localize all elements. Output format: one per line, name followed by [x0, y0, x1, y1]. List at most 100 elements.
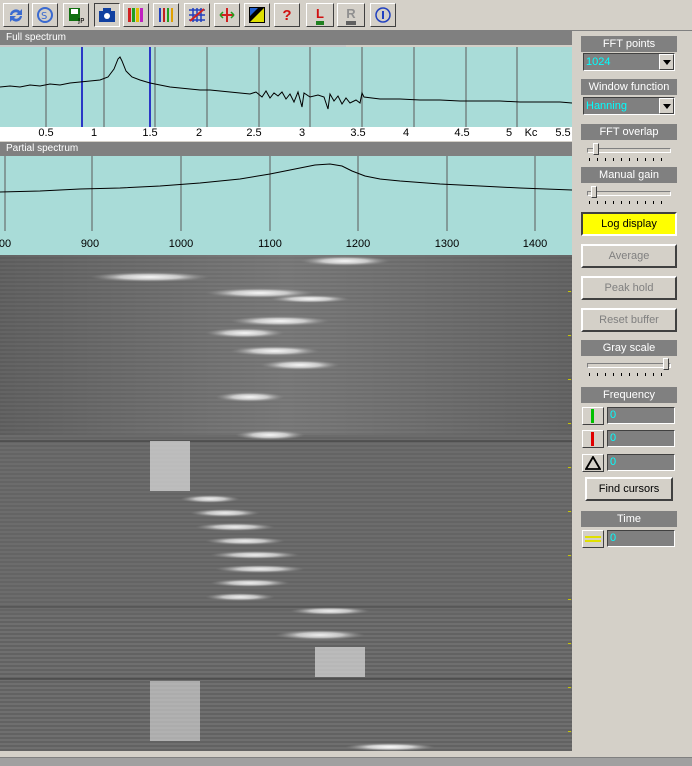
red-cursor-button[interactable] [582, 430, 604, 448]
axis-label: 1200 [346, 238, 370, 250]
slider-thumb[interactable] [593, 143, 599, 155]
manual-gain-label: Manual gain [581, 167, 677, 183]
help-icon: ? [282, 6, 292, 24]
red-cursor-icon [591, 432, 594, 446]
full-spectrum-plot[interactable] [0, 47, 573, 127]
gray-scale-slider[interactable] [583, 357, 675, 377]
save-button[interactable]: JP [63, 3, 89, 27]
full-spectrum-title: Full spectrum [0, 31, 572, 45]
svg-text:JP: JP [77, 17, 84, 24]
fft-points-value: 1024 [586, 56, 611, 68]
axis-label: 5.5 [555, 127, 571, 139]
slider-track [587, 148, 671, 153]
green-cursor-button[interactable] [582, 407, 604, 425]
log-display-button[interactable]: Log display [581, 212, 677, 236]
camera-button[interactable] [94, 3, 120, 27]
axis-label: 1300 [435, 238, 459, 250]
fft-overlap-label: FFT overlap [581, 124, 677, 140]
axis-label: 2 [195, 127, 203, 139]
slider-track [587, 363, 671, 368]
average-button[interactable]: Average [581, 244, 677, 268]
gray-bars-button[interactable] [153, 3, 179, 27]
slider-track [587, 191, 671, 196]
axis-label: 1400 [523, 238, 547, 250]
green-cursor-frequency: 0 [607, 407, 675, 424]
gray-bars-icon [159, 8, 173, 22]
axis-unit: Kc [524, 127, 538, 139]
gray-scale-label: Gray scale [581, 340, 677, 356]
partial-spectrum-graph: 00 900 1000 1100 1200 1300 1400 [0, 156, 573, 250]
slider-thumb[interactable] [591, 186, 597, 198]
frequency-label: Frequency [581, 387, 677, 403]
window-function-label: Window function [581, 79, 677, 95]
axis-label: 1000 [169, 238, 193, 250]
grid-button[interactable] [184, 3, 210, 27]
help-button[interactable]: ? [274, 3, 300, 27]
axis-label: 2.5 [246, 127, 262, 139]
camera-icon [99, 8, 115, 22]
control-panel: FFT points 1024 Window function Hanning … [577, 31, 692, 757]
full-spectrum-graph [0, 47, 573, 127]
slider-ticks [589, 201, 669, 204]
delta-frequency: 0 [607, 454, 675, 471]
window-function-select[interactable]: Hanning [583, 97, 675, 115]
fft-points-label: FFT points [581, 36, 677, 52]
slider-thumb[interactable] [663, 358, 669, 370]
r-marker-icon: R [346, 6, 356, 25]
color-bars-button[interactable] [123, 3, 149, 27]
find-cursors-button[interactable]: Find cursors [585, 477, 673, 501]
spectrogram-image [0, 255, 572, 751]
axis-label: 00 [0, 238, 11, 250]
window-function-value: Hanning [586, 100, 627, 112]
l-marker-icon: L [316, 6, 324, 25]
spectrum-area: Full spectrum 0.5 1 1.5 2 2.5 3 3.5 4 4.… [0, 31, 574, 765]
refresh-button[interactable] [3, 3, 29, 27]
info-button[interactable] [370, 3, 396, 27]
red-cursor-frequency: 0 [607, 430, 675, 447]
reset-buffer-button[interactable]: Reset buffer [581, 308, 677, 332]
save-icon: JP [69, 8, 84, 24]
time-cursor-icon [585, 536, 601, 542]
svg-text:S: S [41, 11, 47, 22]
delta-button[interactable] [582, 454, 604, 472]
partial-spectrum-plot[interactable]: 00 900 1000 1100 1200 1300 1400 [0, 156, 573, 255]
slider-ticks [589, 373, 669, 376]
axis-label: 0.5 [38, 127, 54, 139]
axis-label: 5 [505, 127, 513, 139]
r-marker-button[interactable]: R [337, 3, 365, 27]
sync-icon: S [37, 7, 53, 23]
dropdown-arrow-icon[interactable] [659, 98, 674, 114]
contrast-button[interactable] [244, 3, 270, 27]
contrast-icon [249, 7, 265, 23]
green-cursor-icon [591, 409, 594, 423]
dropdown-arrow-icon[interactable] [659, 54, 674, 70]
axis-label: 3 [298, 127, 306, 139]
info-icon [375, 7, 391, 23]
time-value: 0 [607, 530, 675, 547]
peak-hold-button[interactable]: Peak hold [581, 276, 677, 300]
time-label: Time [581, 511, 677, 527]
refresh-icon [10, 9, 22, 22]
axis-button[interactable] [214, 3, 240, 27]
partial-spectrum-title: Partial spectrum [0, 142, 572, 156]
delta-icon [585, 456, 601, 470]
axis-label: 900 [81, 238, 99, 250]
axis-label: 4.5 [454, 127, 470, 139]
grid-icon [189, 8, 205, 22]
color-bars-icon [128, 8, 143, 22]
full-spectrum-axis: 0.5 1 1.5 2 2.5 3 3.5 4 4.5 5 Kc 5.5 [0, 127, 572, 141]
axis-icon [219, 8, 235, 22]
axis-label: 4 [402, 127, 410, 139]
axis-label: 1 [90, 127, 98, 139]
sync-button[interactable]: S [32, 3, 58, 27]
fft-overlap-slider[interactable] [583, 142, 675, 162]
manual-gain-slider[interactable] [583, 185, 675, 205]
toolbar: S JP ? L R [0, 0, 692, 31]
time-cursor-button[interactable] [582, 530, 604, 548]
axis-label: 1100 [258, 238, 282, 250]
waterfall-display[interactable] [0, 255, 572, 751]
slider-ticks [589, 158, 669, 161]
fft-points-select[interactable]: 1024 [583, 53, 675, 71]
axis-label: 3.5 [350, 127, 366, 139]
l-marker-button[interactable]: L [306, 3, 334, 27]
